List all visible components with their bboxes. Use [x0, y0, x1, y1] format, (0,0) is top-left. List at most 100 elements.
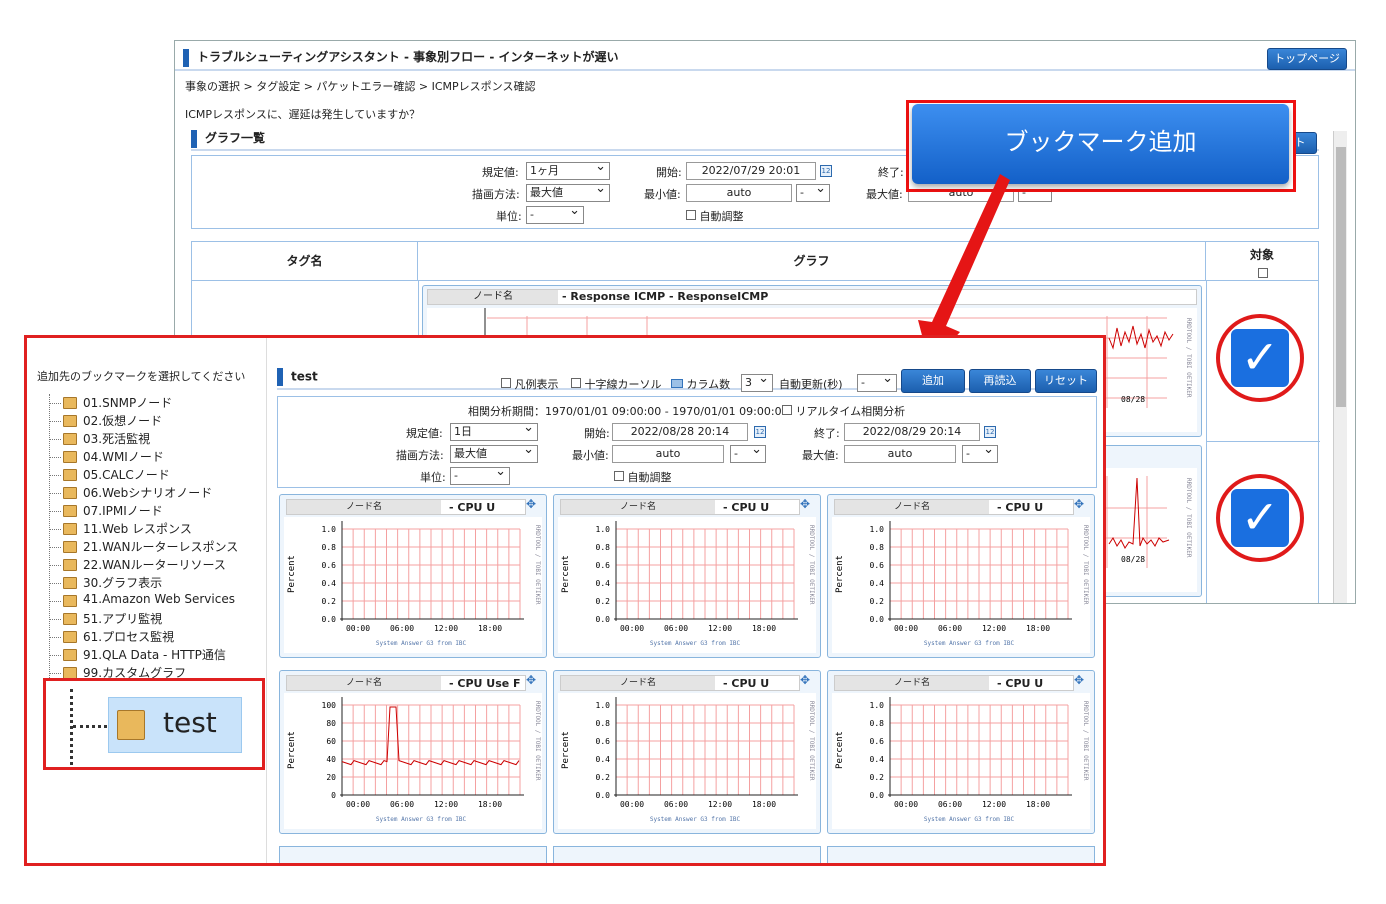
unit-select[interactable]: -	[526, 203, 584, 224]
move-icon[interactable]: ✥	[526, 497, 536, 511]
tree-item[interactable]: 41.Amazon Web Services	[49, 592, 264, 610]
folder-icon	[63, 541, 77, 553]
y-tick-label: 40	[326, 755, 336, 764]
scrollbar-thumb[interactable]	[1336, 147, 1346, 407]
chart-header: ノード名 - CPU U	[560, 499, 800, 515]
reset-button[interactable]: リセット	[1035, 369, 1097, 393]
move-icon[interactable]: ✥	[1074, 497, 1084, 511]
realtime-toggle[interactable]: リアルタイム相関分析	[782, 403, 905, 419]
tree-item[interactable]: 07.IPMIノード	[49, 502, 264, 520]
tree-item[interactable]: 21.WANルーターレスポンス	[49, 538, 264, 556]
start-input[interactable]: 2022/08/28 20:14	[612, 423, 748, 441]
tree-item[interactable]: 03.死活監視	[49, 430, 264, 448]
refresh-select[interactable]: -	[857, 371, 897, 392]
min-select[interactable]: -	[730, 442, 766, 463]
tree-item[interactable]: 06.Webシナリオノード	[49, 484, 264, 502]
bookmark-dialog: 追加先のブックマークを選択してください 01.SNMPノード 02.仮想ノード 03…	[24, 335, 1106, 866]
node-name-redacted: ノード名	[835, 676, 989, 690]
vertical-scrollbar[interactable]	[1333, 131, 1347, 603]
min-input[interactable]: auto	[686, 184, 792, 202]
y-tick-label: 0.0	[596, 791, 611, 800]
move-icon[interactable]: ✥	[800, 497, 810, 511]
start-input[interactable]: 2022/07/29 20:01	[686, 162, 816, 180]
tree-item[interactable]: 01.SNMPノード	[49, 394, 264, 412]
y-tick-label: 1.0	[322, 525, 337, 534]
node-name-redacted: ノード名	[561, 500, 715, 514]
y-tick-label: 0.4	[596, 755, 611, 764]
section-marker	[191, 129, 197, 148]
method-select[interactable]: 最大値	[450, 442, 538, 463]
auto-adjust[interactable]: 自動調整	[614, 469, 672, 485]
add-button[interactable]: 追加	[901, 369, 965, 393]
rrdtool-credit: RRDTOOL / TOBI OETIKER	[534, 525, 541, 605]
x-tick-label: 06:00	[938, 800, 962, 809]
columns-label: カラム数	[686, 378, 731, 391]
y-tick-label: 0	[331, 791, 336, 800]
max-input[interactable]: auto	[844, 445, 956, 463]
max-select[interactable]: -	[962, 442, 998, 463]
chart-header: ノード名 - CPU Use F	[286, 675, 526, 691]
move-icon[interactable]: ✥	[526, 673, 536, 687]
y-tick-label: 80	[326, 719, 336, 728]
date-tick-2: 08/28	[1121, 555, 1145, 564]
move-icon[interactable]: ✥	[1074, 673, 1084, 687]
crosshair-checkbox[interactable]	[571, 378, 581, 388]
reload-button[interactable]: 再読込	[969, 369, 1031, 393]
end-input[interactable]: 2022/08/29 20:14	[844, 423, 980, 441]
end-calendar-icon[interactable]: 12	[984, 426, 996, 438]
target-checkbox-2[interactable]: ✓	[1216, 474, 1304, 562]
legend-label: 凡例表示	[514, 378, 559, 391]
tree-item-test[interactable]: test	[108, 697, 242, 753]
method-select[interactable]: 最大値	[526, 181, 610, 202]
auto-adjust-checkbox[interactable]	[686, 210, 696, 220]
min-select[interactable]: -	[796, 181, 830, 202]
x-tick-label: 00:00	[346, 800, 370, 809]
tree-item[interactable]: 04.WMIノード	[49, 448, 264, 466]
chart-plot: 1.0 0.8 0.6 0.4 0.2 0.0 00:00 06:00 12:00 18:00 Pe…	[832, 517, 1090, 653]
y-axis-label: Percent	[835, 731, 845, 769]
tree-item[interactable]: 22.WANルーターリソース	[49, 556, 264, 574]
folder-icon	[117, 710, 145, 740]
bookmark-tree: 01.SNMPノード 02.仮想ノード 03.死活監視 04.WMIノード 05.CAL…	[49, 394, 264, 682]
tree-item[interactable]: 11.Web レスポンス	[49, 520, 264, 538]
min-input[interactable]: auto	[612, 445, 724, 463]
node-name-redacted: ノード名	[428, 290, 558, 304]
tree-item-label: 02.仮想ノード	[83, 414, 163, 428]
auto-adjust[interactable]: 自動調整	[686, 208, 744, 224]
tree-connector	[49, 637, 61, 638]
tree-item[interactable]: 02.仮想ノード	[49, 412, 264, 430]
y-tick-label: 1.0	[870, 525, 885, 534]
top-page-button[interactable]: トップページ	[1267, 48, 1347, 70]
unit-select[interactable]: -	[450, 464, 510, 485]
date-tick: 08/28	[1121, 395, 1145, 404]
auto-adjust-checkbox[interactable]	[614, 471, 624, 481]
tree-item[interactable]: 91.QLA Data - HTTP通信	[49, 646, 264, 664]
select-all-checkbox[interactable]	[1258, 268, 1268, 278]
tree-item[interactable]: 30.グラフ表示	[49, 574, 264, 592]
tree-connector	[49, 655, 61, 656]
crosshair-toggle[interactable]: 十字線カーソル	[571, 376, 662, 392]
folder-icon	[63, 577, 77, 589]
grid-icon	[671, 379, 683, 388]
tree-item[interactable]: 51.アプリ監視	[49, 610, 264, 628]
tree-connector	[49, 475, 61, 476]
x-tick-label: 12:00	[434, 800, 458, 809]
start-calendar-icon[interactable]: 12	[754, 426, 766, 438]
realtime-checkbox[interactable]	[782, 405, 792, 415]
kitei-select[interactable]: 1日	[450, 420, 538, 441]
folder-icon	[63, 397, 77, 409]
kitei-select[interactable]: 1ヶ月	[526, 159, 610, 180]
target-checkbox-1[interactable]: ✓	[1216, 314, 1304, 402]
legend-toggle[interactable]: 凡例表示	[501, 376, 559, 392]
y-tick-label: 0.4	[596, 579, 611, 588]
tree-item[interactable]: 61.プロセス監視	[49, 628, 264, 646]
x-tick-label: 06:00	[664, 800, 688, 809]
calendar-icon[interactable]: 12	[820, 165, 832, 177]
tree-item[interactable]: 05.CALCノード	[49, 466, 264, 484]
legend-checkbox[interactable]	[501, 378, 511, 388]
move-icon[interactable]: ✥	[800, 673, 810, 687]
columns-select[interactable]: 3	[741, 371, 773, 392]
tree-item-label: 03.死活監視	[83, 432, 151, 446]
chart-peek	[553, 846, 821, 863]
node-name-redacted: ノード名	[287, 676, 441, 690]
